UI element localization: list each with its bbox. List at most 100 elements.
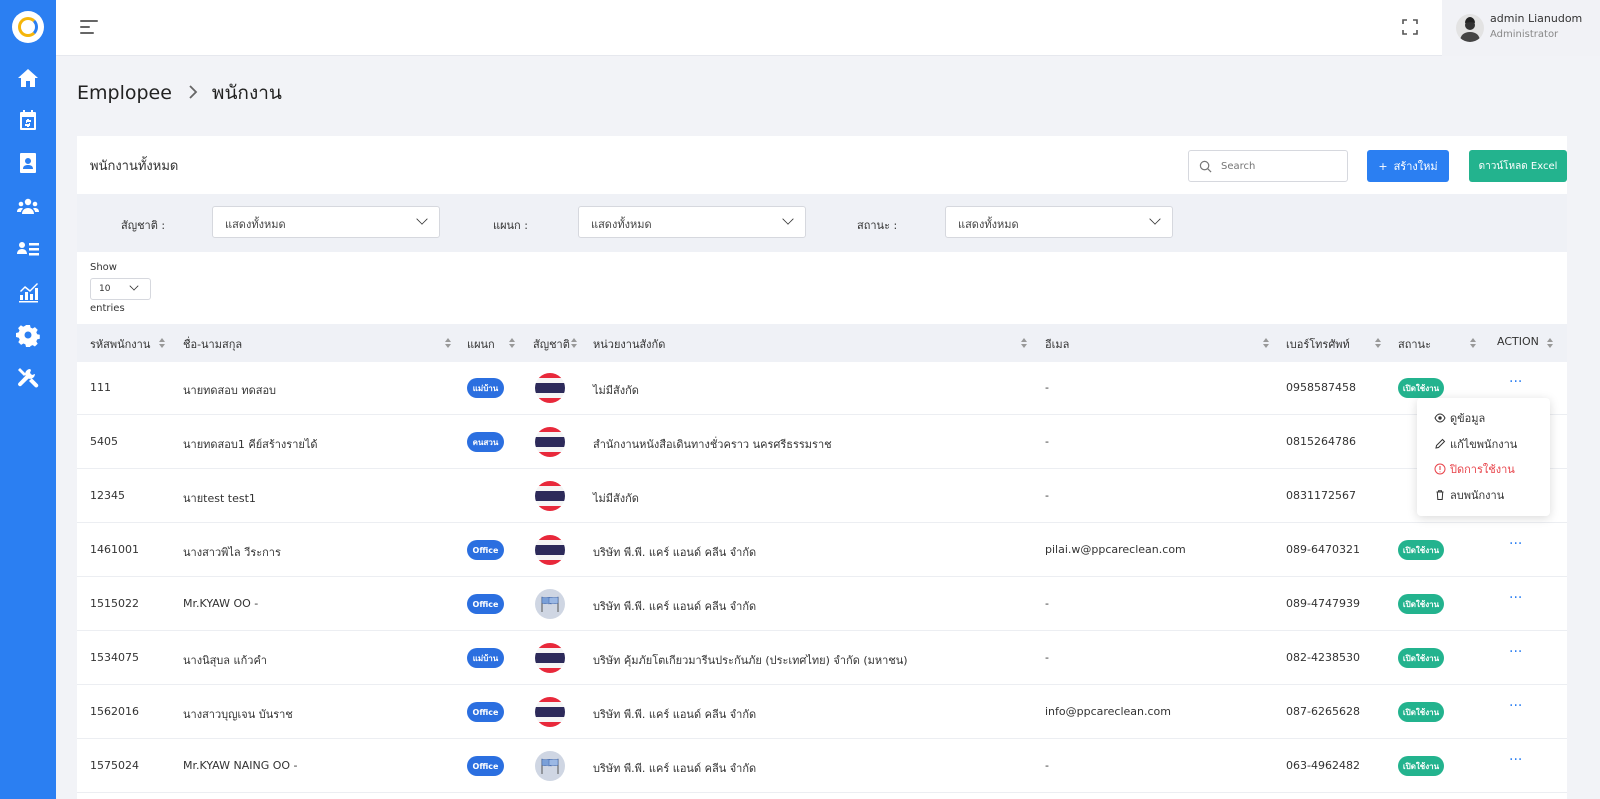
eye-icon — [1434, 413, 1446, 423]
thailand-flag-icon — [535, 535, 565, 565]
info-circle-icon — [1434, 463, 1446, 475]
employee-id: 1562016 — [90, 705, 139, 718]
delete-employee-label: ลบพนักงาน — [1450, 489, 1505, 502]
chevron-down-icon — [129, 281, 139, 291]
sidebar — [0, 0, 56, 799]
disable-employee-label: ปิดการใช้งาน — [1450, 463, 1515, 476]
col-department[interactable]: แผนก — [467, 335, 495, 353]
employee-email: - — [1045, 435, 1049, 448]
department-badge: แม่บ้าน — [467, 378, 504, 398]
page-length-select[interactable]: 10 — [90, 278, 151, 300]
table-row: 1575024 Mr.KYAW NAING OO - Office บริษัท… — [77, 740, 1567, 793]
sort-icon[interactable] — [159, 338, 166, 349]
more-actions-icon[interactable]: ··· — [1509, 590, 1522, 606]
col-unit[interactable]: หน่วยงานสังกัด — [593, 335, 665, 353]
entries-label: entries — [90, 303, 125, 314]
sort-icon[interactable] — [1470, 338, 1477, 349]
gear-icon[interactable] — [16, 323, 40, 347]
delete-employee-item[interactable]: ลบพนักงาน — [1434, 486, 1504, 504]
home-icon[interactable] — [16, 66, 40, 90]
department-filter-value: แสดงทั้งหมด — [591, 218, 652, 231]
user-menu[interactable]: admin Lianudom Administrator — [1442, 0, 1600, 56]
employee-email: info@ppcareclean.com — [1045, 705, 1172, 718]
table-row: 5405 นายทดสอบ1 คีย์สร้างรายได้ คนสวน สำน… — [77, 416, 1567, 469]
sort-icon[interactable] — [1547, 338, 1554, 349]
department-filter-select[interactable]: แสดงทั้งหมด — [578, 206, 806, 238]
thailand-flag-icon — [535, 697, 565, 727]
more-actions-icon[interactable]: ··· — [1509, 644, 1522, 660]
fullscreen-icon[interactable] — [1402, 19, 1418, 35]
employee-unit: บริษัท คุ้มภัยโตเกียวมารีนประกันภัย (ประ… — [593, 654, 908, 667]
page-length-value: 10 — [99, 284, 111, 294]
sort-icon[interactable] — [1375, 338, 1382, 349]
employee-unit: บริษัท พี.พี. แคร์ แอนด์ คลีน จำกัด — [593, 600, 757, 613]
sort-icon[interactable] — [509, 338, 516, 349]
department-badge: แม่บ้าน — [467, 648, 504, 668]
contacts-icon[interactable] — [16, 151, 40, 175]
employee-unit: บริษัท พี.พี. แคร์ แอนด์ คลีน จำกัด — [593, 762, 757, 775]
employee-email: - — [1045, 489, 1049, 502]
more-actions-icon[interactable]: ··· — [1509, 698, 1522, 714]
col-status[interactable]: สถานะ — [1398, 335, 1431, 353]
employee-name: Mr.KYAW NAING OO - — [183, 759, 298, 772]
nationality-filter-label: สัญชาติ : — [121, 219, 166, 232]
employee-phone: 087-6265628 — [1286, 705, 1360, 718]
breadcrumb: Emplopee พนักงาน — [77, 78, 282, 108]
employees-icon[interactable] — [16, 194, 40, 218]
sort-icon[interactable] — [1263, 338, 1270, 349]
breadcrumb-parent[interactable]: Emplopee — [77, 82, 172, 104]
app-logo[interactable] — [12, 11, 44, 43]
tools-icon[interactable] — [16, 366, 40, 390]
table-row: 1515022 Mr.KYAW OO - Office บริษัท พี.พี… — [77, 578, 1567, 631]
employee-name: นายtest test1 — [183, 492, 256, 505]
department-badge: Office — [467, 594, 504, 614]
nationality-filter-select[interactable]: แสดงทั้งหมด — [212, 206, 440, 238]
col-employee-id[interactable]: รหัสพนักงาน — [90, 335, 150, 353]
col-phone[interactable]: เบอร์โทรศัพท์ — [1286, 335, 1350, 353]
more-actions-icon[interactable]: ··· — [1509, 752, 1522, 768]
search-input[interactable] — [1221, 158, 1341, 174]
user-list-icon[interactable] — [16, 237, 40, 261]
sort-icon[interactable] — [445, 338, 452, 349]
status-badge: เปิดใช้งาน — [1398, 756, 1444, 776]
status-badge: เปิดใช้งาน — [1398, 648, 1444, 668]
sort-icon[interactable] — [571, 338, 578, 349]
download-excel-button[interactable]: ดาวน์โหลด Excel — [1469, 150, 1567, 182]
edit-employee-item[interactable]: แก้ไขพนักงาน — [1434, 435, 1517, 453]
show-label: Show — [90, 262, 117, 273]
employee-id: 5405 — [90, 435, 118, 448]
trash-icon — [1436, 490, 1444, 500]
search-icon — [1199, 160, 1212, 173]
employee-phone: 0831172567 — [1286, 489, 1356, 502]
pencil-icon — [1435, 438, 1446, 449]
employee-email: - — [1045, 381, 1049, 394]
status-filter-label: สถานะ : — [857, 219, 898, 232]
search-box[interactable] — [1188, 150, 1348, 182]
create-button[interactable]: + สร้างใหม่ — [1367, 150, 1449, 182]
col-nationality[interactable]: สัญชาติ — [533, 335, 570, 353]
table-row: 111 นายทดสอบ ทดสอบ แม่บ้าน ไม่มีสังกัด -… — [77, 362, 1567, 415]
sort-icon[interactable] — [1021, 338, 1028, 349]
status-filter-value: แสดงทั้งหมด — [958, 218, 1019, 231]
employee-id: 111 — [90, 381, 111, 394]
menu-toggle-icon[interactable] — [80, 20, 98, 34]
thailand-flag-icon — [535, 373, 565, 403]
status-filter-select[interactable]: แสดงทั้งหมด — [945, 206, 1173, 238]
employee-id: 1461001 — [90, 543, 139, 556]
col-name[interactable]: ชื่อ-นามสกุล — [183, 335, 242, 353]
more-actions-icon[interactable]: ··· — [1509, 374, 1522, 390]
breadcrumb-current: พนักงาน — [211, 82, 282, 104]
calendar-money-icon[interactable] — [16, 108, 40, 132]
employee-phone: 082-4238530 — [1286, 651, 1360, 664]
more-actions-icon[interactable]: ··· — [1509, 536, 1522, 552]
view-employee-item[interactable]: ดูข้อมูล — [1434, 409, 1485, 427]
chevron-down-icon — [416, 213, 428, 225]
disable-employee-item[interactable]: ปิดการใช้งาน — [1434, 460, 1515, 478]
status-badge: เปิดใช้งาน — [1398, 378, 1444, 398]
employee-name: นายทดสอบ ทดสอบ — [183, 384, 277, 397]
col-email[interactable]: อีเมล — [1045, 335, 1069, 353]
chart-icon[interactable] — [16, 280, 40, 304]
employee-email: - — [1045, 759, 1049, 772]
employee-phone: 089-6470321 — [1286, 543, 1360, 556]
employee-name: นางนิสุบล แก้วคำ — [183, 654, 267, 667]
